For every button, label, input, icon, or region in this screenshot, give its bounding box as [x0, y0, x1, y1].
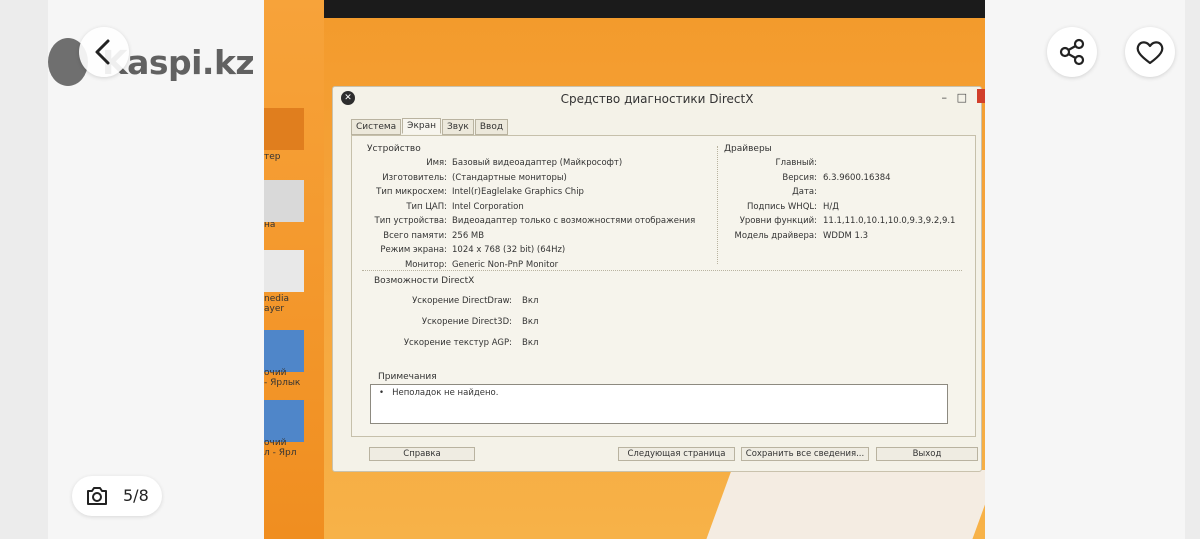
photo-counter: 5/8 — [72, 476, 162, 516]
minimize-icon[interactable]: – — [942, 91, 948, 104]
desktop-label: на — [264, 220, 276, 230]
device-label: Имя: — [426, 158, 447, 168]
save-all-button[interactable]: Сохранить все сведения... — [741, 447, 869, 461]
desktop-icon — [264, 330, 304, 372]
maximize-icon[interactable]: □ — [957, 91, 967, 104]
device-label: Тип микросхем: — [376, 187, 447, 197]
share-button[interactable] — [1047, 27, 1097, 77]
section-divider — [362, 270, 962, 271]
device-value: Intel(r)Eaglelake Graphics Chip — [452, 187, 584, 197]
feature-label: Ускорение текстур AGP: — [403, 338, 512, 348]
window-titlebar: ✕ Средство диагностики DirectX – □ — [333, 87, 985, 113]
desktop-icon — [264, 400, 304, 442]
device-label: Изготовитель: — [382, 173, 447, 183]
chevron-left-icon — [95, 39, 110, 65]
feature-label: Ускорение DirectDraw: — [412, 296, 512, 306]
device-value: 256 MB — [452, 231, 485, 241]
feature-value: Вкл — [522, 317, 539, 327]
photo-counter-text: 5/8 — [123, 486, 149, 505]
next-page-button[interactable]: Следующая страница — [618, 447, 735, 461]
device-value: 1024 x 768 (32 bit) (64Hz) — [452, 245, 566, 255]
desktop-icon — [264, 250, 304, 292]
drivers-section-title: Драйверы — [724, 144, 772, 154]
listing-photo: тер на nedia ayer очий - Ярлык очий л - … — [264, 0, 985, 539]
camera-icon — [87, 487, 107, 505]
device-label: Монитор: — [404, 260, 447, 270]
tab-system[interactable]: Система — [351, 119, 402, 135]
close-button[interactable] — [977, 89, 985, 103]
device-label: Тип ЦАП: — [406, 202, 447, 212]
driver-label: Модель драйвера: — [734, 231, 818, 241]
tab-bar: Система Экран Звук Ввод — [351, 118, 509, 135]
desktop-label: очий л - Ярл — [264, 438, 297, 458]
driver-label: Подпись WHQL: — [746, 202, 817, 212]
heart-icon — [1136, 41, 1164, 65]
driver-label: Версия: — [782, 173, 817, 183]
feature-value: Вкл — [522, 338, 539, 348]
favorite-button[interactable] — [1125, 27, 1175, 77]
notes-title: Примечания — [378, 372, 437, 382]
device-value: Generic Non-PnP Monitor — [452, 260, 559, 270]
device-value: Intel Corporation — [452, 202, 524, 212]
tab-input[interactable]: Ввод — [474, 119, 509, 135]
directx-window: ✕ Средство диагностики DirectX – □ Систе… — [332, 86, 985, 472]
driver-value: Н/Д — [823, 202, 839, 212]
exit-button[interactable]: Выход — [876, 447, 978, 461]
driver-label: Дата: — [792, 187, 817, 197]
display-panel: Устройство Драйверы Имя: Базовый видеоад… — [351, 135, 976, 437]
monitor-bezel — [264, 0, 985, 18]
driver-value: 11.1,11.0,10.1,10.0,9.3,9.2,9.1 — [823, 216, 956, 226]
right-edge — [1185, 0, 1200, 539]
notes-text: • Неполадок не найдено. — [379, 388, 499, 398]
desktop-icon — [264, 180, 304, 222]
tab-sound[interactable]: Звук — [442, 119, 474, 135]
device-value: Видеоадаптер только с возможностями отоб… — [452, 216, 696, 226]
desktop-label: очий - Ярлык — [264, 368, 301, 388]
driver-value: WDDM 1.3 — [823, 231, 869, 241]
feature-label: Ускорение Direct3D: — [421, 317, 512, 327]
section-divider — [717, 146, 718, 264]
driver-label: Уровни функций: — [739, 216, 817, 226]
right-side-area — [985, 0, 1185, 539]
notes-box: • Неполадок не найдено. — [370, 384, 948, 424]
device-value: Базовый видеоадаптер (Майкрософт) — [452, 158, 623, 168]
device-section-title: Устройство — [367, 144, 421, 154]
photo-viewer: тер на nedia ayer очий - Ярлык очий л - … — [0, 0, 1200, 539]
notes-section: Примечания • Неполадок не найдено. — [366, 372, 948, 428]
device-label: Режим экрана: — [380, 245, 447, 255]
back-button[interactable] — [79, 27, 129, 77]
feature-value: Вкл — [522, 296, 539, 306]
notes-message: Неполадок не найдено. — [392, 388, 499, 398]
device-value: (Стандартные мониторы) — [452, 173, 567, 183]
help-button[interactable]: Справка — [369, 447, 475, 461]
tab-display[interactable]: Экран — [402, 118, 442, 134]
device-label: Всего памяти: — [383, 231, 447, 241]
window-title: Средство диагностики DirectX — [560, 92, 754, 106]
directx-features-title: Возможности DirectX — [374, 276, 475, 286]
desk-surface — [706, 470, 985, 539]
desktop-label: nedia ayer — [264, 294, 289, 314]
driver-value: 6.3.9600.16384 — [823, 173, 891, 183]
desktop-label: тер — [264, 152, 281, 162]
driver-label: Главный: — [775, 158, 818, 168]
device-label: Тип устройства: — [374, 216, 447, 226]
share-icon — [1059, 38, 1085, 66]
desktop-icon — [264, 108, 304, 150]
desktop-strip: тер на nedia ayer очий - Ярлык очий л - … — [264, 0, 324, 539]
left-edge — [0, 0, 48, 539]
